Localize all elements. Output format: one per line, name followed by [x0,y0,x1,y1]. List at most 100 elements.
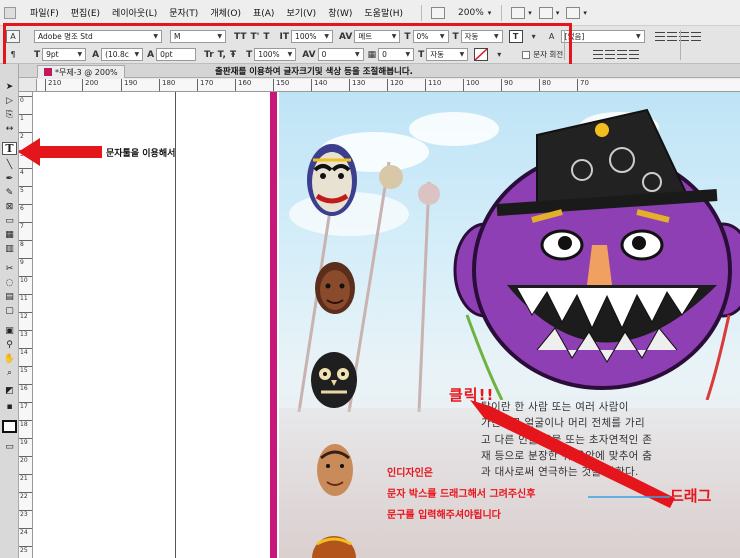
ruler-tick: 16 [19,384,32,392]
mask-image-5[interactable] [309,534,359,558]
mask-icon [312,536,356,558]
ruler-tick: 11 [19,294,32,302]
ruler-tick: 10 [19,276,32,284]
align-left-icon[interactable] [654,32,665,41]
ruler-tick: 100 [463,79,479,91]
banner-caption: 출판재를 이용하여 글자크기및 색상 등을 조절해봅니다. [215,67,413,77]
justify-all-icon[interactable] [617,50,628,59]
chevron-down-icon[interactable]: ▾ [528,9,532,17]
ruler-tick: 25 [19,546,32,554]
line-tool-icon[interactable]: ╲ [2,158,17,171]
pencil-tool-icon[interactable]: ✎ [2,186,17,199]
mask-icon [307,144,357,216]
hand-tool-icon[interactable]: ✋ [2,352,17,365]
mask-image-3[interactable] [309,350,359,410]
horizontal-ruler[interactable]: 210 200 190 180 170 160 150 140 130 120 … [37,79,740,92]
ruler-tick: 120 [387,79,403,91]
highlight-box-control-panel [3,23,572,68]
normal-view-mode-icon[interactable] [2,420,17,433]
mask-icon [315,262,355,314]
menu-type[interactable]: 문자(T) [169,6,198,19]
chevron-down-icon[interactable]: ▾ [583,9,587,17]
screen-mode-button[interactable] [538,6,553,19]
fill-stroke-swatch-icon[interactable]: ◩ [2,384,17,397]
mask-icon [317,444,353,496]
gradient-feather-tool-icon[interactable]: ▢ [2,304,17,317]
align-justify-icon[interactable] [690,32,701,41]
divider [421,4,423,21]
rectangle-frame-tool-icon[interactable]: ⊠ [2,200,17,213]
bridge-button[interactable] [431,6,446,19]
ruler-tick: 18 [19,420,32,428]
scissors-tool-icon[interactable]: ✂ [2,262,17,275]
justify-last-icon[interactable] [629,50,640,59]
horizontal-grid-tool-icon[interactable]: ▦ [2,228,17,241]
menu-layout[interactable]: 레이아웃(L) [112,6,157,19]
arrange-documents-button[interactable] [566,6,581,19]
ruler-tick: 130 [349,79,365,91]
menu-view[interactable]: 보기(V) [286,6,316,19]
ruler-tick: 180 [159,79,175,91]
ruler-tick: 80 [539,79,551,91]
page-bleed-edge [270,92,277,558]
align-center-icon[interactable] [666,32,677,41]
ruler-tick: 210 [45,79,61,91]
page-tool-icon[interactable]: ⎘ [2,108,17,121]
preview-mode-icon[interactable]: ▭ [2,440,17,453]
direct-selection-tool-icon[interactable]: ▷ [2,94,17,107]
ruler-tick: 14 [19,348,32,356]
character-style-select[interactable]: [없음] ▼ [560,30,645,43]
apply-color-icon[interactable]: ▪ [2,400,17,413]
free-transform-tool-icon[interactable]: ◌ [2,276,17,289]
type-tool-icon[interactable]: T [2,142,17,155]
ruler-tick: 90 [501,79,513,91]
ruler-tick: 1 [19,114,32,122]
selection-tool-icon[interactable]: ➤ [2,80,17,93]
menu-table[interactable]: 표(A) [253,6,274,19]
ruler-tick: 160 [235,79,251,91]
view-options-button[interactable] [511,6,526,19]
gap-tool-icon[interactable]: ↔ [2,122,17,135]
mask-image-1[interactable] [303,140,361,220]
rectangle-tool-icon[interactable]: ▭ [2,214,17,227]
ruler-tick: 0 [19,96,32,104]
menu-help[interactable]: 도움말(H) [364,6,403,19]
mask-icon [453,108,740,400]
mask-image-2[interactable] [313,260,357,316]
document-tab[interactable]: *무제-3 @ 200% [37,65,125,78]
menu-object[interactable]: 개체(O) [210,6,241,19]
ruler-tick: 170 [197,79,213,91]
tools-panel: ➤ ▷ ⎘ ↔ T ╲ ✒ ✎ ⊠ ▭ ▦ ▥ ✂ ◌ ▤ ▢ ▣ ⚲ ✋ ⌕ … [0,64,19,558]
ruler-tick: 17 [19,402,32,410]
ruler-origin[interactable] [19,79,37,92]
ruler-tick: 4 [19,168,32,176]
menu-window[interactable]: 창(W) [328,6,352,19]
instruction-line: 문구를 입력해주셔야됩니다 [387,510,501,521]
ruler-tick: 200 [82,79,98,91]
align-towards-spine-icon[interactable] [593,50,604,59]
zoom-dropdown-icon[interactable]: ▾ [488,9,492,17]
menu-edit[interactable]: 편집(E) [71,6,100,19]
instruction-line: 문자 박스를 드래그해서 그려주신후 [387,489,536,500]
drag-label: 드래그 [670,487,712,505]
mask-image-4[interactable] [315,442,355,498]
instruction-note: 인디자인은 문자 박스를 드래그해서 그려주신후 문구를 입력해주셔야됩니다 [387,458,597,536]
ruler-tick: 70 [577,79,589,91]
document-tab-title: *무제-3 @ 200% [55,67,118,77]
gradient-swatch-tool-icon[interactable]: ▤ [2,290,17,303]
instruction-line: 인디자인은 [387,468,433,479]
vertical-grid-tool-icon[interactable]: ▥ [2,242,17,255]
app-icon [4,6,16,19]
note-tool-icon[interactable]: ▣ [2,324,17,337]
zoom-tool-icon[interactable]: ⌕ [2,366,17,379]
menu-file[interactable]: 파일(F) [30,6,59,19]
ruler-tick: 140 [311,79,327,91]
chevron-down-icon[interactable]: ▾ [556,9,560,17]
document-icon [44,68,52,76]
pen-tool-icon[interactable]: ✒ [2,172,17,185]
purple-mask-illustration[interactable] [437,100,740,400]
eyedropper-tool-icon[interactable]: ⚲ [2,338,17,351]
align-away-spine-icon[interactable] [605,50,616,59]
ruler-tick: 9 [19,258,32,266]
zoom-level[interactable]: 200% [458,8,484,18]
